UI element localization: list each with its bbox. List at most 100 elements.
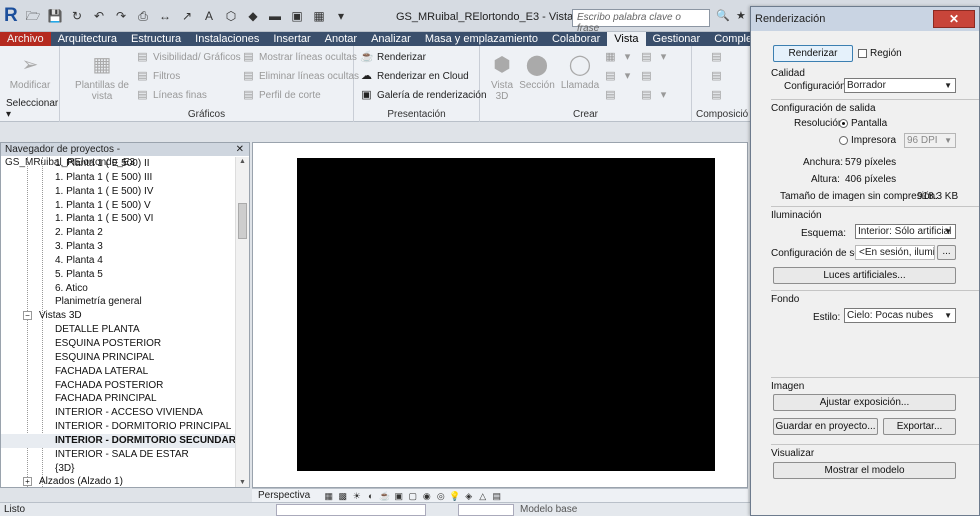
collapse-icon[interactable]: − <box>23 311 32 321</box>
filters-button[interactable]: ▤ Filtros <box>136 70 180 82</box>
text-icon[interactable]: A <box>200 8 218 24</box>
render-button[interactable]: ☕ Renderizar <box>360 51 426 63</box>
cut-profile-button[interactable]: ▤ Perfil de corte <box>242 89 320 101</box>
elevation-button[interactable]: ▤ ▾ <box>604 70 634 82</box>
region-checkbox[interactable] <box>858 49 867 58</box>
tree-item[interactable]: FACHADA POSTERIOR <box>1 379 235 393</box>
tree-item[interactable]: {3D} <box>1 462 235 476</box>
tree-item[interactable]: 4. Planta 4 <box>1 254 235 268</box>
tree-item[interactable]: 2. Planta 2 <box>1 226 235 240</box>
tree-item[interactable]: Planimetría general <box>1 295 235 309</box>
tree-item[interactable]: + Alzados (Alzado 1) <box>1 475 235 487</box>
plan-views-button[interactable]: ▦ ▾ <box>604 51 634 63</box>
title-block-button[interactable]: ▤ <box>710 70 723 82</box>
expand-icon[interactable]: + <box>23 477 32 487</box>
tab-anotar[interactable]: Anotar <box>318 32 364 46</box>
show-hidden-lines-button[interactable]: ▤ Mostrar líneas ocultas <box>242 51 357 63</box>
tree-item[interactable]: ESQUINA POSTERIOR <box>1 337 235 351</box>
tab-vista[interactable]: Vista <box>607 32 646 46</box>
close-icon[interactable]: ✕ <box>236 143 244 156</box>
tree-item[interactable]: 5. Planta 5 <box>1 268 235 282</box>
tree-item[interactable]: DETALLE PLANTA <box>1 323 235 337</box>
print-icon[interactable]: ⎙ <box>134 8 152 24</box>
tree-item[interactable]: INTERIOR - DORMITORIO PRINCIPAL <box>1 420 235 434</box>
export-button[interactable]: Exportar... <box>883 418 956 435</box>
close-button[interactable]: ✕ <box>933 10 975 28</box>
background-style-select[interactable]: Cielo: Pocas nubes ▼ <box>844 308 956 323</box>
tab-analizar[interactable]: Analizar <box>364 32 418 46</box>
tree-item[interactable]: INTERIOR - DORMITORIO SECUNDARIO <box>1 433 235 448</box>
revisions-button[interactable]: ▤ <box>710 89 723 101</box>
show-model-button[interactable]: Mostrar el modelo <box>773 462 956 479</box>
lighting-scheme-select[interactable]: Interior: Sólo artificial ▼ <box>855 224 956 239</box>
tree-item[interactable]: 3. Planta 3 <box>1 240 235 254</box>
schedules-button[interactable]: ▤ ▾ <box>640 51 670 63</box>
tree-item[interactable]: INTERIOR - SALA DE ESTAR <box>1 448 235 462</box>
workset-field[interactable] <box>276 504 426 516</box>
tree-item[interactable]: 1. Planta 1 ( E 500) VI <box>1 212 235 226</box>
status-model[interactable]: Modelo base <box>520 503 577 516</box>
sun-setting-browse-button[interactable]: ... <box>937 245 956 260</box>
customize-qat-icon[interactable]: ▾ <box>332 8 350 24</box>
sun-path-icon[interactable]: ☀ <box>351 491 362 501</box>
redo-icon[interactable]: ↷ <box>112 8 130 24</box>
lock-view-icon[interactable]: ◉ <box>421 491 432 501</box>
quality-select[interactable]: Borrador ▼ <box>844 78 956 93</box>
save-to-project-button[interactable]: Guardar en proyecto... <box>773 418 878 435</box>
screen-radio[interactable] <box>839 119 848 128</box>
render-button[interactable]: Renderizar <box>773 45 853 62</box>
legends-button[interactable]: ▤ ▾ <box>640 89 670 101</box>
switch-windows-icon[interactable]: ▦ <box>310 8 328 24</box>
tab-arquitectura[interactable]: Arquitectura <box>51 32 124 46</box>
sync-icon[interactable]: ↻ <box>68 8 86 24</box>
tree-item[interactable]: INTERIOR - ACCESO VIVIENDA <box>1 406 235 420</box>
sun-setting-field[interactable]: <En sesión, iluminac <box>855 245 935 260</box>
shadows-icon[interactable]: ◐ <box>365 491 376 501</box>
view-canvas[interactable] <box>252 142 748 488</box>
tree-item[interactable]: 1. Planta 1 ( E 500) II <box>1 157 235 171</box>
thin-lines-button[interactable]: ▤ Líneas finas <box>136 89 207 101</box>
3d-view-button[interactable]: ⬢ Vista 3D <box>484 52 520 102</box>
tree-item[interactable]: 1. Planta 1 ( E 500) IV <box>1 185 235 199</box>
visibility-graphics-button[interactable]: ▤ Visibilidad/ Gráficos <box>136 51 240 63</box>
view-scale[interactable]: Perspectiva <box>258 490 310 501</box>
select-dropdown[interactable]: Seleccionar ▾ <box>0 98 59 120</box>
3d-view-icon[interactable]: ⬡ <box>222 8 240 24</box>
printer-radio[interactable] <box>839 136 848 145</box>
dpi-select[interactable]: 96 DPI ▼ <box>904 133 956 148</box>
scrollbar[interactable]: ▲ ▼ <box>235 157 249 487</box>
design-option-field[interactable] <box>458 504 514 516</box>
search-input[interactable]: Escribo palabra clave o frase <box>572 9 710 34</box>
revit-logo[interactable]: R <box>4 6 20 26</box>
constraints-icon[interactable]: ▤ <box>491 491 502 501</box>
dimension-icon[interactable]: ↗ <box>178 8 196 24</box>
binoculars-icon[interactable]: 🔍 <box>716 9 730 23</box>
analytical-model-icon[interactable]: ◈ <box>463 491 474 501</box>
view-templates-button[interactable]: ▦ Plantillas de vista <box>72 52 132 102</box>
scroll-thumb[interactable] <box>238 203 247 239</box>
section-button[interactable]: ⬤ Sección <box>518 52 556 91</box>
tab-insertar[interactable]: Insertar <box>266 32 317 46</box>
tab-masa-y-emplazamiento[interactable]: Masa y emplazamiento <box>418 32 545 46</box>
tree-item[interactable]: ESQUINA PRINCIPAL <box>1 351 235 365</box>
undo-icon[interactable]: ↶ <box>90 8 108 24</box>
render-cloud-button[interactable]: ☁ Renderizar en Cloud <box>360 70 469 82</box>
crop-view-icon[interactable]: ▣ <box>393 491 404 501</box>
modify-button[interactable]: ➢ Modificar <box>6 52 54 91</box>
tab-estructura[interactable]: Estructura <box>124 32 188 46</box>
callout-button[interactable]: ◯ Llamada <box>560 52 600 91</box>
crop-region-icon[interactable]: ▢ <box>407 491 418 501</box>
temp-hide-icon[interactable]: ◎ <box>435 491 446 501</box>
render-dialog-icon[interactable]: ☕ <box>379 491 390 501</box>
tree-item[interactable]: 1. Planta 1 ( E 500) III <box>1 171 235 185</box>
tab-colaborar[interactable]: Colaborar <box>545 32 607 46</box>
tree-item[interactable]: FACHADA PRINCIPAL <box>1 392 235 406</box>
save-icon[interactable]: 💾 <box>46 8 64 24</box>
render-gallery-button[interactable]: ▣ Galería de renderización <box>360 89 486 101</box>
open-icon[interactable]: 🗁 <box>24 8 42 24</box>
thin-lines-icon[interactable]: ▬ <box>266 8 284 24</box>
infocenter-icon[interactable]: ★ <box>736 9 750 23</box>
measure-icon[interactable]: ↔ <box>156 8 174 24</box>
artificial-lights-button[interactable]: Luces artificiales... <box>773 267 956 284</box>
sheet-button[interactable]: ▤ <box>710 51 723 63</box>
